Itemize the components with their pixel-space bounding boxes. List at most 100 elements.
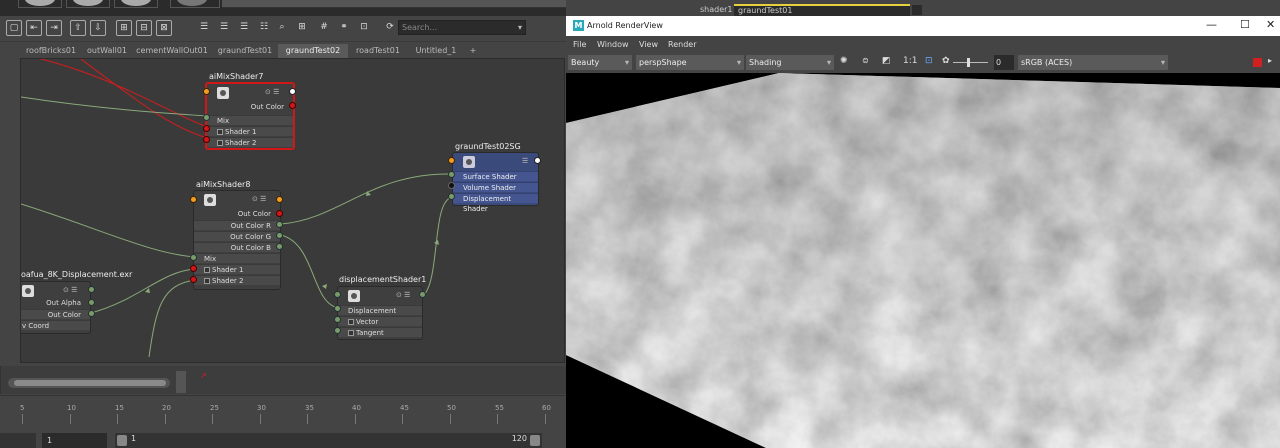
checker-icon[interactable]: ◩ bbox=[882, 56, 891, 66]
material-thumbnail[interactable] bbox=[18, 0, 62, 8]
slider-handle[interactable] bbox=[967, 58, 970, 67]
rgb-channel-icon[interactable]: ⊜ bbox=[862, 56, 869, 65]
timeline[interactable]: 5 10 15 20 25 30 35 40 45 50 55 60 bbox=[0, 395, 566, 425]
shading-mode-select[interactable]: Shading ▾ bbox=[746, 55, 834, 70]
node-graph-canvas[interactable]: aiMixShader7 ⊙ ☰ Out Color Mix Shader 1 … bbox=[20, 58, 565, 363]
node-displacement-file[interactable]: ⊙ ☰ Out Alpha Out Color v Coord bbox=[21, 281, 91, 334]
tab-untitled-1[interactable]: Untitled_1 bbox=[408, 44, 464, 58]
start-frame-field[interactable] bbox=[0, 433, 36, 448]
menu-render[interactable]: Render bbox=[668, 40, 696, 49]
port-in-shader2[interactable] bbox=[190, 276, 197, 283]
node-displacementshader1[interactable]: ⊙ ☰ Displacement Vector Displacement Tan… bbox=[337, 286, 423, 340]
tab-cementwallout01[interactable]: cementWallOut01 bbox=[132, 44, 212, 58]
port-out-alpha[interactable] bbox=[88, 299, 95, 306]
node-options-icon[interactable]: ☰ bbox=[522, 157, 528, 165]
port-out-color[interactable] bbox=[88, 310, 95, 317]
port-in-shader1[interactable] bbox=[190, 265, 197, 272]
custom-mode-icon[interactable]: ☷ bbox=[256, 20, 272, 36]
maximize-button[interactable]: ☐ bbox=[1240, 18, 1250, 31]
port-in-tangent[interactable] bbox=[334, 327, 341, 334]
port-in-handle[interactable] bbox=[190, 196, 197, 203]
port-in-volume-shader[interactable] bbox=[448, 182, 455, 189]
refresh-icon[interactable]: ⟳ bbox=[382, 20, 398, 36]
pin-icon[interactable]: ⊞ bbox=[116, 20, 132, 36]
port-in-mix[interactable] bbox=[203, 114, 210, 121]
horizontal-scrollbar[interactable] bbox=[8, 378, 170, 388]
grid-icon[interactable]: # bbox=[316, 20, 332, 36]
colorspace-select[interactable]: sRGB (ACES) ▾ bbox=[1018, 55, 1168, 70]
port-in-shader2[interactable] bbox=[203, 136, 210, 143]
tab-add-button[interactable]: + bbox=[466, 44, 480, 58]
exposure-slider[interactable] bbox=[953, 58, 988, 67]
crop-region-icon[interactable]: ⊡ bbox=[925, 56, 933, 66]
menu-view[interactable]: View bbox=[639, 40, 658, 49]
tab-roadtest01[interactable]: roadTest01 bbox=[348, 44, 408, 58]
port-out-color-g[interactable] bbox=[276, 232, 283, 239]
range-slider[interactable]: 1 120 bbox=[115, 433, 542, 448]
shader-field-input[interactable]: graundTest01 bbox=[734, 4, 910, 16]
input-connections-icon[interactable]: ⇤ bbox=[26, 20, 42, 36]
render-viewport[interactable] bbox=[566, 73, 1280, 448]
port-out-handle[interactable] bbox=[88, 286, 95, 293]
node-search-input[interactable]: Search... ▾ bbox=[398, 20, 526, 35]
menu-window[interactable]: Window bbox=[597, 40, 629, 49]
port-out-color-b[interactable] bbox=[276, 243, 283, 250]
range-end-handle[interactable] bbox=[530, 435, 540, 446]
port-in-shader1[interactable] bbox=[203, 125, 210, 132]
snap-icon[interactable]: ⚭ bbox=[336, 20, 352, 36]
tab-graundtest02[interactable]: graundTest02 bbox=[278, 44, 348, 58]
port-in-handle[interactable] bbox=[334, 291, 341, 298]
minimize-button[interactable]: — bbox=[1206, 18, 1217, 31]
node-shading-group[interactable]: ☰ Surface Shader Volume Shader Displacem… bbox=[452, 152, 539, 213]
port-in-mix[interactable] bbox=[190, 254, 197, 261]
clear-icon[interactable]: ⊠ bbox=[156, 20, 172, 36]
aov-select[interactable]: Beauty ▾ bbox=[568, 55, 632, 70]
layout-icon[interactable]: ⊟ bbox=[136, 20, 152, 36]
port-out-displacement[interactable] bbox=[419, 291, 426, 298]
tab-outwall01[interactable]: outWall01 bbox=[82, 44, 132, 58]
frame-all-icon[interactable]: ▢ bbox=[6, 20, 22, 36]
material-thumbnail[interactable] bbox=[170, 0, 220, 8]
render-settings-icon[interactable]: ✺ bbox=[840, 56, 848, 66]
port-out-handle[interactable] bbox=[289, 88, 296, 95]
scrollbar-thumb[interactable] bbox=[14, 380, 166, 386]
material-thumbnail[interactable] bbox=[114, 0, 158, 8]
menu-file[interactable]: File bbox=[573, 40, 586, 49]
node-options-icon[interactable]: ⊙ ☰ bbox=[63, 286, 77, 294]
graph-down-icon[interactable]: ⇩ bbox=[90, 20, 106, 36]
simple-mode-icon[interactable]: ☰ bbox=[196, 20, 212, 36]
search-icon[interactable]: ⌕ bbox=[274, 20, 290, 36]
node-options-icon[interactable]: ⊙ ☰ bbox=[265, 88, 279, 96]
node-options-icon[interactable]: ⊙ ☰ bbox=[396, 291, 410, 299]
output-connections-icon[interactable]: ⇥ bbox=[46, 20, 62, 36]
search-dropdown-icon[interactable]: ▾ bbox=[518, 21, 522, 34]
stop-render-button[interactable] bbox=[1253, 58, 1262, 67]
port-out-color-r[interactable] bbox=[276, 221, 283, 228]
graph-materials-icon[interactable]: ⊡ bbox=[356, 20, 372, 36]
port-out-color[interactable] bbox=[289, 102, 296, 109]
port-in-vector-displacement[interactable] bbox=[334, 316, 341, 323]
node-aimixshader7[interactable]: ⊙ ☰ Out Color Mix Shader 1 Shader 2 bbox=[205, 82, 295, 150]
range-start-handle[interactable] bbox=[117, 435, 127, 446]
full-mode-icon[interactable]: ☰ bbox=[236, 20, 252, 36]
side-panel-icon[interactable]: ▸ bbox=[1268, 56, 1272, 65]
attribute-icon[interactable]: ⊞ bbox=[294, 20, 310, 36]
connected-mode-icon[interactable]: ☰ bbox=[216, 20, 232, 36]
tab-roofbricks01[interactable]: roofBricks01 bbox=[20, 44, 82, 58]
current-frame-field[interactable]: 1 bbox=[42, 433, 107, 448]
close-button[interactable]: ✕ bbox=[1266, 18, 1275, 31]
port-in-displacement[interactable] bbox=[334, 305, 341, 312]
port-in-surface-shader[interactable] bbox=[448, 171, 455, 178]
port-in-handle[interactable] bbox=[203, 88, 210, 95]
port-in-displacement-shader[interactable] bbox=[448, 193, 455, 200]
port-out-handle[interactable] bbox=[276, 196, 283, 203]
port-in-handle[interactable] bbox=[448, 157, 455, 164]
port-out-color[interactable] bbox=[276, 210, 283, 217]
exposure-field[interactable]: 0 bbox=[994, 55, 1014, 70]
shader-field-button[interactable] bbox=[912, 5, 922, 15]
tab-graundtest01[interactable]: graundTest01 bbox=[212, 44, 278, 58]
material-thumbnail[interactable] bbox=[66, 0, 110, 8]
node-aimixshader8[interactable]: ⊙ ☰ Out Color Out Color R Out Color G Ou… bbox=[193, 190, 281, 290]
node-options-icon[interactable]: ⊙ ☰ bbox=[252, 195, 266, 203]
ratio-label[interactable]: 1:1 bbox=[903, 56, 917, 66]
